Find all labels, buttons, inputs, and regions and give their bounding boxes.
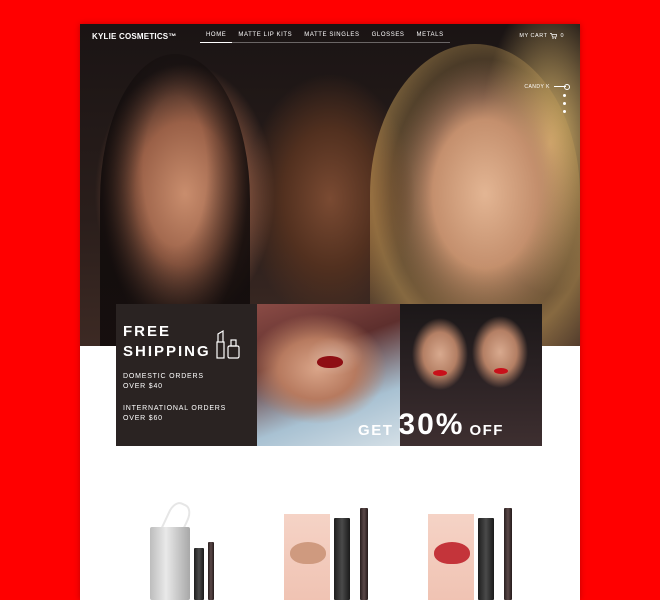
cart-label: MY CART (519, 33, 548, 39)
product-card-red[interactable] (428, 494, 538, 600)
domestic-line-2: OVER $40 (123, 383, 163, 390)
product-card-nude[interactable] (284, 494, 394, 600)
discount-post: OFF (469, 422, 504, 439)
discount-value: 30% (398, 408, 465, 441)
international-line-1: INTERNATIONAL ORDERS (123, 405, 227, 412)
free-shipping-panel[interactable]: FREE SHIPPING DOMESTIC ORDERS OVER $40 I… (116, 304, 257, 446)
nav-item-home[interactable]: HOME (200, 32, 233, 43)
discount-pre: GET (358, 422, 394, 439)
lipstick-tube (194, 548, 204, 600)
domestic-orders-text: DOMESTIC ORDERS OVER $40 (123, 372, 233, 392)
domestic-line-1: DOMESTIC ORDERS (123, 373, 204, 380)
brand-logo[interactable]: KYLIE COSMETICS™ (92, 32, 177, 41)
nav-item-matte-lip-kits[interactable]: MATTE LIP KITS (232, 32, 298, 43)
hero-banner: KYLIE COSMETICS™ HOME MATTE LIP KITS MAT… (80, 24, 580, 346)
lips-graphic (433, 370, 447, 376)
lip-liner-pencil (208, 542, 214, 600)
slide-indicator-ring (564, 84, 570, 90)
hero-photo-model-left (100, 54, 250, 346)
slide-caption: CANDY K (524, 84, 550, 90)
nav-item-glosses[interactable]: GLOSSES (366, 32, 411, 43)
lips-graphic (290, 542, 326, 564)
lip-liner-pencil (360, 508, 368, 600)
cart-button[interactable]: MY CART 0 (519, 33, 564, 39)
lips-graphic (434, 542, 470, 564)
slide-dot-1[interactable] (563, 94, 566, 97)
slide-dot-2[interactable] (563, 102, 566, 105)
nav-item-matte-singles[interactable]: MATTE SINGLES (298, 32, 365, 43)
lipstick-bottle-icon (216, 329, 240, 359)
page: KYLIE COSMETICS™ HOME MATTE LIP KITS MAT… (80, 24, 580, 600)
nav-item-metals[interactable]: METALS (411, 32, 450, 43)
cart-count: 0 (560, 33, 564, 39)
international-orders-text: INTERNATIONAL ORDERS OVER $60 (123, 404, 233, 424)
discount-callout[interactable]: GET 30% OFF (320, 408, 542, 441)
lips-graphic (317, 356, 343, 368)
lipstick-tube (478, 518, 494, 600)
lip-liner-pencil (504, 508, 512, 600)
product-card-kit[interactable] (138, 494, 248, 600)
international-line-2: OVER $60 (123, 415, 163, 422)
product-box-silver (150, 527, 190, 600)
nav-links: HOME MATTE LIP KITS MATTE SINGLES GLOSSE… (200, 32, 450, 43)
promo-banner: FREE SHIPPING DOMESTIC ORDERS OVER $40 I… (116, 304, 542, 446)
lips-graphic (494, 368, 508, 374)
product-grid (80, 494, 580, 600)
cart-icon (550, 33, 558, 39)
top-nav: KYLIE COSMETICS™ HOME MATTE LIP KITS MAT… (80, 24, 580, 50)
slide-dot-3[interactable] (563, 110, 566, 113)
lipstick-tube (334, 518, 350, 600)
